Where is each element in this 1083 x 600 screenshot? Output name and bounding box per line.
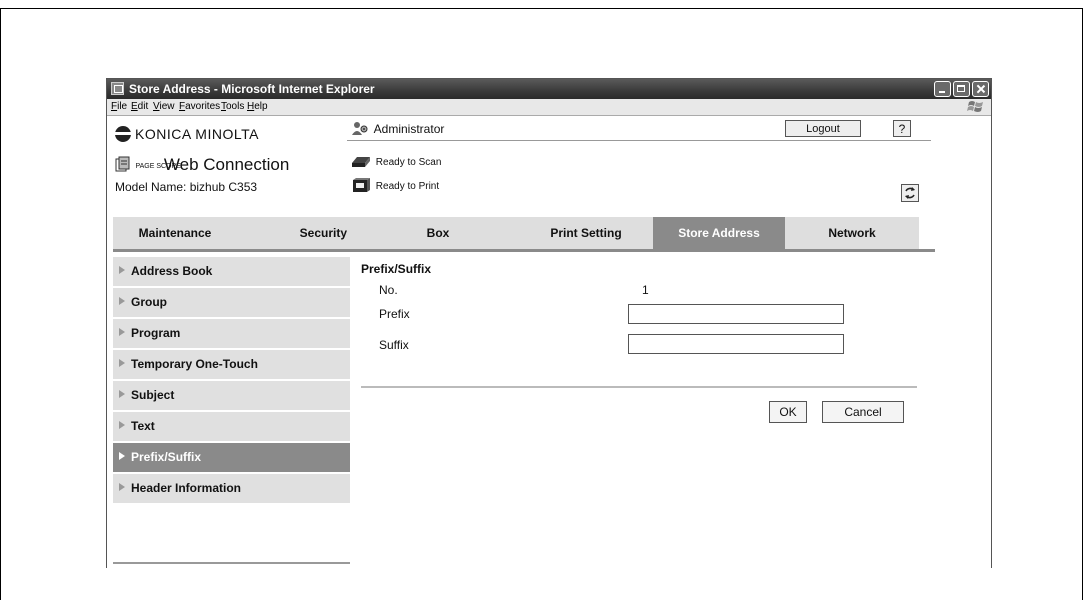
refresh-button[interactable] [901,184,919,202]
user-indicator: Administrator [351,121,444,136]
sidebar-item-prefix-suffix[interactable]: Prefix/Suffix [113,443,350,472]
arrow-right-icon [119,266,125,274]
refresh-icon [905,187,915,199]
header-divider [347,140,931,141]
sidebar-item-header-information[interactable]: Header Information [113,474,350,503]
printer-icon [353,178,370,192]
menu-bar: File Edit View Favorites Tools Help [107,99,991,116]
logout-button[interactable]: Logout [785,120,861,137]
arrow-right-icon [119,483,125,491]
arrow-right-icon [119,297,125,305]
print-status-text: Ready to Print [375,181,440,192]
sidebar-item-subject[interactable]: Subject [113,381,350,410]
web-connection-logo: PAGE SCOPE Web Connection [115,155,289,175]
print-status: Ready to Print [351,177,439,193]
tab-network[interactable]: Network [785,217,919,249]
sidebar-divider [113,562,350,564]
sidebar-item-text[interactable]: Text [113,412,350,441]
konica-minolta-globe-icon [115,126,131,142]
menu-edit[interactable]: Edit [131,101,148,112]
no-label: No. [379,283,398,297]
ok-button[interactable]: OK [769,401,807,423]
tab-underline [113,249,935,252]
sidebar-item-label: Prefix/Suffix [131,450,202,464]
close-button[interactable] [972,81,989,97]
sidebar-item-label: Group [131,295,167,309]
tab-security[interactable]: Security [237,217,357,249]
page-content: KONICA MINOLTA Administrator Logout ? PA… [107,116,991,568]
arrow-right-icon [119,452,125,460]
sidebar-item-label: Text [131,419,155,433]
suffix-label: Suffix [379,338,409,352]
pagescope-icon [115,156,130,172]
arrow-right-icon [119,359,125,367]
menu-view[interactable]: View [153,101,175,112]
brand-name: KONICA MINOLTA [135,126,259,142]
form-divider [361,386,917,388]
ie-page-icon [111,82,124,95]
arrow-right-icon [119,421,125,429]
tab-box[interactable]: Box [357,217,519,249]
sidebar-item-program[interactable]: Program [113,319,350,348]
administrator-icon [352,122,368,135]
prefix-input[interactable] [628,304,844,324]
arrow-right-icon [119,328,125,336]
menu-file[interactable]: File [111,101,127,112]
sidebar-item-label: Subject [131,388,175,402]
window-titlebar[interactable]: Store Address - Microsoft Internet Explo… [107,79,991,99]
menu-tools[interactable]: Tools [221,101,244,112]
help-button[interactable]: ? [893,120,911,137]
sidebar-item-label: Program [131,326,181,340]
model-name: Model Name: bizhub C353 [115,180,258,194]
sidebar-item-label: Address Book [131,264,213,278]
maximize-button[interactable] [953,81,970,97]
user-name: Administrator [373,122,445,136]
windows-logo-icon [967,101,983,112]
suffix-input[interactable] [628,334,844,354]
no-value: 1 [642,283,649,297]
minimize-button[interactable] [934,81,951,97]
sidebar-item-temporary-one-touch[interactable]: Temporary One-Touch [113,350,350,379]
sidebar-item-address-book[interactable]: Address Book [113,257,350,286]
tab-maintenance[interactable]: Maintenance [113,217,237,249]
menu-help[interactable]: Help [247,101,268,112]
form-title: Prefix/Suffix [361,262,432,276]
arrow-right-icon [119,390,125,398]
product-name: Web Connection [163,155,290,174]
main-tabs: Maintenance Security Box Print Setting S… [113,217,935,249]
scan-status-text: Ready to Scan [375,157,442,168]
tab-print-setting[interactable]: Print Setting [519,217,653,249]
window-title: Store Address - Microsoft Internet Explo… [129,82,375,96]
tab-store-address[interactable]: Store Address [653,217,785,249]
sidebar-item-label: Temporary One-Touch [131,357,258,371]
browser-window: Store Address - Microsoft Internet Explo… [106,78,992,568]
sidebar-item-group[interactable]: Group [113,288,350,317]
sidebar-item-label: Header Information [131,481,242,495]
menu-favorites[interactable]: Favorites [179,101,220,112]
prefix-label: Prefix [379,307,410,321]
scan-status: Ready to Scan [351,153,441,169]
scanner-icon [352,157,370,167]
cancel-button[interactable]: Cancel [822,401,904,423]
pagescope-label: PAGE SCOPE [135,163,181,170]
